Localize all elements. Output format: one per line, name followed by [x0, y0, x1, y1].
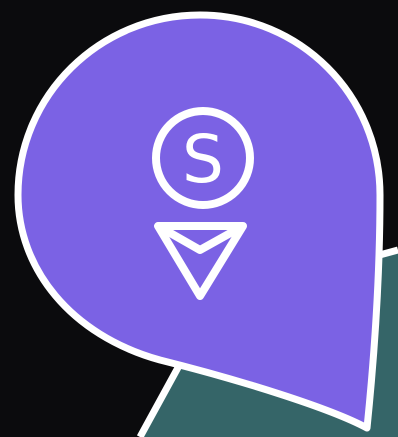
logo-scene: S: [0, 0, 398, 437]
logo-artwork: S: [0, 0, 398, 437]
coin-letter: S: [182, 121, 224, 198]
